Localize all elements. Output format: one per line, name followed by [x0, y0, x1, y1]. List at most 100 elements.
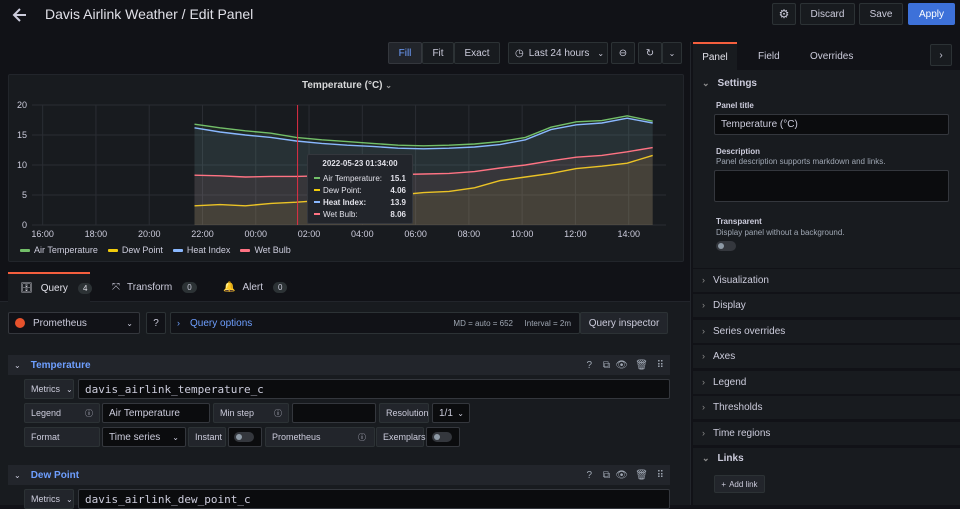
format-value: Time series [109, 431, 161, 443]
legend-input[interactable]: Air Temperature [102, 403, 210, 423]
tooltip-value: 4.06 [390, 185, 406, 195]
section-header-display[interactable]: › Display [702, 300, 746, 311]
info-icon: ⓘ [358, 432, 366, 442]
copy-icon[interactable]: ⧉ [603, 360, 610, 371]
tooltip-label: Wet Bulb: [323, 209, 358, 219]
description-help: Panel description supports markdown and … [716, 157, 886, 166]
section-title: Series overrides [713, 326, 786, 337]
fill-button[interactable]: Fill [388, 42, 422, 64]
help-icon[interactable]: ? [586, 360, 592, 371]
tooltip-time: 2022-05-23 01:34:00 [322, 159, 398, 168]
chevron-down-icon: ⌄ [66, 494, 73, 504]
section-title: Axes [713, 351, 736, 362]
tab-query-count: 4 [77, 282, 93, 294]
add-link-button[interactable]: + Add link [714, 475, 765, 493]
tab-panel[interactable]: Panel [693, 42, 737, 70]
section-header-time-regions[interactable]: › Time regions [702, 428, 770, 439]
links-header[interactable]: ⌄ Links [702, 453, 744, 464]
tab-overrides[interactable]: Overrides [810, 51, 853, 62]
apply-button[interactable]: Apply [908, 3, 955, 25]
time-range-picker[interactable]: ◷ Last 24 hours ⌄ [508, 42, 608, 64]
datasource-name: Prometheus [33, 317, 87, 329]
tooltip-row: Heat Index: 13.9 [314, 196, 406, 208]
interval-info: Interval = 2m [524, 318, 571, 328]
copy-icon[interactable]: ⧉ [603, 470, 610, 481]
exemplars-toggle[interactable] [432, 432, 452, 442]
format-select[interactable]: Time series ⌄ [102, 427, 186, 447]
discard-button[interactable]: Discard [800, 3, 855, 25]
query-row-header: ⌄ Temperature ? ⧉ 👁 🗑 ⠿ [8, 355, 670, 375]
tooltip-swatch [314, 213, 320, 215]
query-title[interactable]: Dew Point [31, 470, 79, 481]
metrics-query-input[interactable]: davis_airlink_temperature_c [78, 379, 670, 399]
chevron-down-icon[interactable]: ⌄ [14, 471, 21, 480]
info-icon: ⓘ [274, 408, 282, 418]
trash-icon[interactable]: 🗑 [635, 360, 648, 371]
section-header-axes[interactable]: › Axes [702, 351, 735, 362]
clock-icon: ◷ [515, 47, 524, 59]
section-header-legend[interactable]: › Legend [702, 377, 746, 388]
settings-button[interactable]: ⚙ [772, 3, 796, 25]
tab-alert[interactable]: 🔔 Alert 0 [223, 272, 288, 302]
metrics-query-input[interactable]: davis_airlink_dew_point_c [78, 489, 670, 509]
legend-swatch [172, 248, 183, 252]
tooltip-value: 15.1 [390, 173, 406, 183]
eye-icon[interactable]: 👁 [615, 470, 628, 481]
legend-item[interactable]: Air Temperature [20, 245, 98, 255]
trash-icon[interactable]: 🗑 [635, 470, 648, 481]
section-header-thresholds[interactable]: › Thresholds [702, 402, 762, 413]
help-icon[interactable]: ? [586, 470, 592, 481]
help-button[interactable]: ? [146, 312, 166, 334]
panel-title-input[interactable]: Temperature (°C) [714, 114, 949, 135]
chevron-down-icon[interactable]: ⌄ [14, 361, 21, 370]
query-options-bar[interactable]: › Query options MD = auto = 652 Interval… [170, 312, 580, 334]
legend-item[interactable]: Wet Bulb [240, 245, 291, 255]
tab-field[interactable]: Field [758, 51, 780, 62]
drag-handle-icon[interactable]: ⠿ [657, 360, 664, 371]
chevron-down-icon: ⌄ [172, 432, 179, 442]
query-inspector-button[interactable]: Query inspector [580, 312, 668, 334]
chevron-right-icon: › [177, 318, 180, 328]
prometheus-type-label: Prometheus ⓘ [265, 427, 375, 447]
settings-header[interactable]: ⌄ Settings [702, 78, 757, 89]
section-header-visualization[interactable]: › Visualization [702, 275, 769, 286]
exact-button[interactable]: Exact [454, 42, 500, 64]
instant-toggle[interactable] [234, 432, 254, 442]
min-step-label-text: Min step [220, 408, 255, 418]
metrics-label-text: Metrics [31, 384, 60, 394]
x-tick-label: 00:00 [244, 229, 267, 239]
fit-button[interactable]: Fit [422, 42, 454, 64]
save-button[interactable]: Save [859, 3, 903, 25]
panel-title-label: Panel title [716, 101, 754, 110]
eye-icon[interactable]: 👁 [615, 360, 628, 371]
drag-handle-icon[interactable]: ⠿ [657, 470, 664, 481]
metrics-label[interactable]: Metrics ⌄ [24, 379, 74, 399]
panel-title[interactable]: Temperature (°C) ⌄ [9, 80, 685, 91]
exemplars-toggle-box [426, 427, 460, 447]
min-step-input[interactable] [292, 403, 376, 423]
refresh-button[interactable]: ↻ [638, 42, 662, 64]
legend-item[interactable]: Heat Index [172, 245, 230, 255]
section-header-series-overrides[interactable]: › Series overrides [702, 326, 785, 337]
tooltip-swatch [314, 201, 320, 203]
tab-query-label: Query [40, 282, 68, 294]
transparent-toggle[interactable] [716, 241, 736, 251]
tab-query[interactable]: 🗄 Query 4 [8, 272, 93, 302]
query-title[interactable]: Temperature [31, 360, 91, 371]
collapse-sidebar-button[interactable]: › [930, 44, 952, 66]
back-arrow-icon[interactable] [12, 6, 28, 24]
tooltip-row: Air Temperature: 15.1 [314, 172, 406, 184]
tab-transform[interactable]: ⤧ Transform 0 [112, 272, 197, 302]
refresh-interval-dropdown[interactable]: ⌄ [662, 42, 682, 64]
legend-item[interactable]: Dew Point [107, 245, 163, 255]
resolution-select[interactable]: 1/1 ⌄ [432, 403, 470, 423]
x-tick-label: 08:00 [458, 229, 481, 239]
datasource-picker[interactable]: Prometheus ⌄ [8, 312, 140, 334]
x-tick-label: 18:00 [85, 229, 108, 239]
zoom-out-button[interactable]: ⊖ [611, 42, 635, 64]
description-textarea[interactable] [714, 170, 949, 202]
metrics-label[interactable]: Metrics ⌄ [24, 489, 74, 509]
links-title: Links [717, 453, 744, 464]
chevron-down-icon: ⌄ [597, 48, 605, 58]
y-tick-label: 0 [22, 220, 27, 230]
